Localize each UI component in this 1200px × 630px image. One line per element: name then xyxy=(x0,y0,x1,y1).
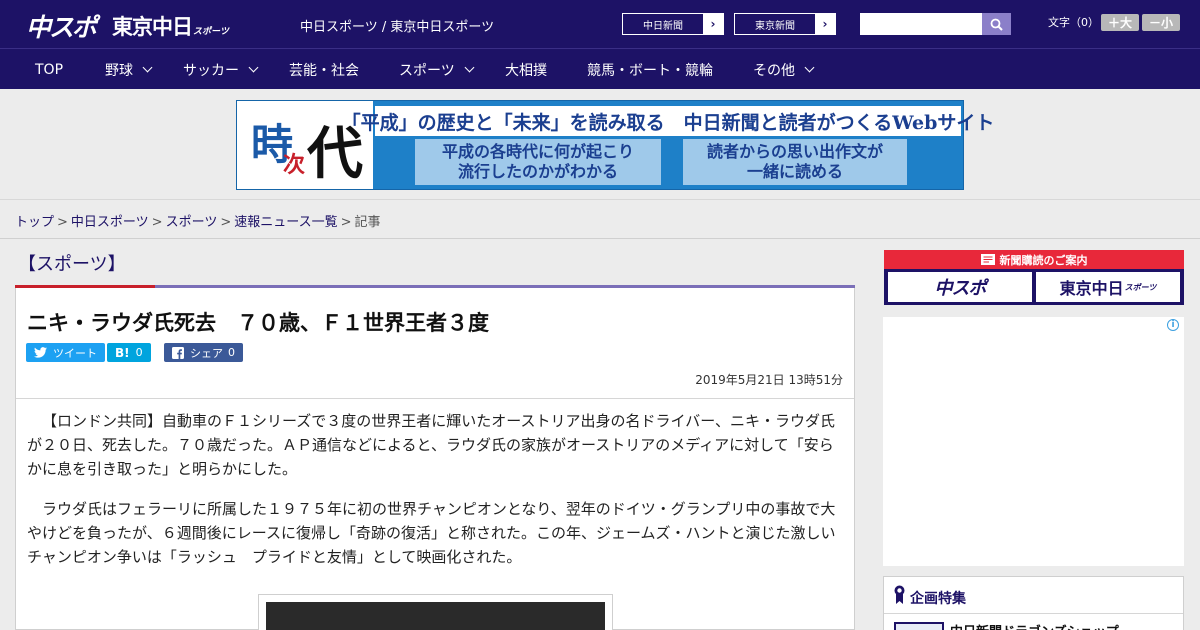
nav-label: サッカー xyxy=(183,62,239,79)
breadcrumb-separator: > xyxy=(220,215,232,230)
chuspo-logo[interactable]: 中スポ xyxy=(26,8,97,44)
chunichi-shimbun-label: 中日新聞 xyxy=(643,20,683,32)
font-larger-button[interactable]: ＋大 xyxy=(1101,14,1139,31)
tokyo-shimbun-label: 東京新聞 xyxy=(755,20,795,32)
feature-title: 企画特集 xyxy=(910,591,966,607)
feature-item-link[interactable]: 中日新聞ドラゴンズショップ xyxy=(950,621,1119,630)
hatena-bookmark-button[interactable]: B! 0 xyxy=(107,343,151,362)
nav-label: 芸能・社会 xyxy=(289,62,359,79)
banner-box-left-line1: 平成の各時代に何が起こり xyxy=(441,142,634,161)
breadcrumb-separator: > xyxy=(57,215,68,230)
tokyo-chunichi-sports-logo[interactable]: 東京中日スポーツ xyxy=(112,11,229,41)
subscribe-tokyo-chunichi-button[interactable]: 東京中日 スポーツ xyxy=(1036,272,1180,302)
twitter-icon xyxy=(34,347,47,358)
top-bar: 中スポ 東京中日スポーツ 中日スポーツ / 東京中日スポーツ 中日新聞 › 東京… xyxy=(0,0,1200,48)
chevron-down-icon xyxy=(804,62,815,73)
nav-item-baseball[interactable]: 野球 xyxy=(105,49,153,90)
tokyo-logo-small: スポーツ xyxy=(193,27,229,37)
chevron-right-icon: › xyxy=(703,14,723,34)
nav-item-entertainment[interactable]: 芸能・社会 xyxy=(289,49,359,90)
banner-box-right-line1: 読者からの思い出作文が xyxy=(706,142,883,161)
chevron-down-icon xyxy=(142,62,153,73)
font-size-label: 文字（0） xyxy=(1048,16,1099,29)
ribbon-icon xyxy=(894,585,905,604)
ad-info-icon[interactable]: i xyxy=(1167,319,1179,331)
subscribe-tokyo-small: スポーツ xyxy=(1124,282,1157,292)
search-button[interactable] xyxy=(982,13,1011,35)
article-photo-image xyxy=(266,602,605,630)
font-smaller-button[interactable]: －小 xyxy=(1142,14,1180,31)
section-label: 【スポーツ】 xyxy=(18,254,126,275)
breadcrumb-link-news-list[interactable]: 速報ニュース一覧 xyxy=(234,215,337,230)
nav-label: スポーツ xyxy=(399,62,455,79)
article-title: ニキ・ラウダ氏死去 ７０歳、Ｆ１世界王者３度 xyxy=(27,311,489,335)
tokyo-logo-text: 東京中日 xyxy=(112,15,193,39)
subscription-header-text: 新聞購読のご案内 xyxy=(999,253,1088,267)
heisei-banner-ad[interactable]: 時 次 代 「平成」の歴史と「未来」を読み取る 中日新聞と読者がつくるWebサイ… xyxy=(236,100,994,190)
banner-box-left-line2: 流行したのかがわかる xyxy=(457,162,618,181)
nav-item-sports[interactable]: スポーツ xyxy=(399,49,475,90)
banner-box-right-line2: 一緒に読める xyxy=(746,162,843,181)
sidebar-ad[interactable]: i xyxy=(883,317,1184,566)
subscribe-tokyo-label: 東京中日 xyxy=(1059,279,1124,298)
chevron-right-icon: › xyxy=(815,14,835,34)
breadcrumb: トップ > 中日スポーツ > スポーツ > 速報ニュース一覧 > 記事 xyxy=(15,211,381,230)
breadcrumb-separator: > xyxy=(340,215,352,230)
facebook-share-label: シェア xyxy=(190,346,223,360)
nav-label: TOP xyxy=(35,61,64,78)
breadcrumb-link-top[interactable]: トップ xyxy=(15,215,54,230)
tweet-label: ツイート xyxy=(53,346,97,360)
banner-box-right: 読者からの思い出作文が 一緒に読める xyxy=(683,139,907,185)
article-paragraph: ラウダ氏はフェラーリに所属した１９７５年に初の世界チャンピオンとなり、翌年のドイ… xyxy=(27,500,836,566)
subscription-header: 新聞購読のご案内 xyxy=(884,250,1184,269)
subscribe-chuspo-button[interactable]: 中スポ xyxy=(888,272,1032,302)
facebook-share-button[interactable]: シェア 0 xyxy=(164,343,243,362)
card-top-accent xyxy=(15,285,155,288)
banner-kanji-tsugi: 次 xyxy=(283,152,306,178)
publish-date: 2019年5月21日 13時51分 xyxy=(695,373,843,387)
breadcrumb-divider xyxy=(0,238,1200,239)
site-links[interactable]: 中日スポーツ / 東京中日スポーツ xyxy=(300,16,494,35)
nav-label: 野球 xyxy=(105,62,133,79)
subscription-widget: 新聞購読のご案内 中スポ 東京中日 スポーツ xyxy=(884,250,1184,305)
breadcrumb-link-sports[interactable]: スポーツ xyxy=(166,215,218,230)
banner-box-left: 平成の各時代に何が起こり 流行したのかがわかる xyxy=(415,139,661,185)
feature-widget: 企画特集 中日新聞ドラゴンズショップ xyxy=(883,576,1184,630)
nav-label: 大相撲 xyxy=(505,62,547,79)
chevron-down-icon xyxy=(248,62,259,73)
nav-label: 競馬・ボート・競輪 xyxy=(587,62,713,79)
hatena-icon: B! xyxy=(115,345,130,360)
feature-divider xyxy=(884,613,1183,614)
article-header-divider xyxy=(16,398,854,399)
article-photo xyxy=(258,594,613,630)
feature-item-thumbnail[interactable] xyxy=(894,622,944,630)
nav-item-top[interactable]: TOP xyxy=(35,49,63,90)
newspaper-icon xyxy=(980,254,995,265)
breadcrumb-separator: > xyxy=(151,215,163,230)
nav-item-sumo[interactable]: 大相撲 xyxy=(505,49,547,90)
tokyo-shimbun-button[interactable]: 東京新聞 › xyxy=(734,13,836,35)
nav-item-soccer[interactable]: サッカー xyxy=(183,49,259,90)
breadcrumb-current: 記事 xyxy=(354,215,381,230)
hatena-count: 0 xyxy=(135,346,143,359)
chevron-down-icon xyxy=(464,62,475,73)
banner-headline: 「平成」の歴史と「未来」を読み取る 中日新聞と読者がつくるWebサイト xyxy=(342,106,994,136)
search-input[interactable] xyxy=(860,13,982,35)
article-paragraph: 【ロンドン共同】自動車のＦ１シリーズで３度の世界王者に輝いたオーストリア出身の名… xyxy=(27,412,836,478)
facebook-icon xyxy=(172,346,184,359)
main-nav: TOP 野球 サッカー 芸能・社会 スポーツ 大相撲 競馬・ボート・競輪 その他 xyxy=(0,48,1200,89)
nav-label: その他 xyxy=(753,62,795,79)
tweet-button[interactable]: ツイート xyxy=(26,343,105,362)
nav-item-other[interactable]: その他 xyxy=(753,49,815,90)
chunichi-shimbun-button[interactable]: 中日新聞 › xyxy=(622,13,724,35)
facebook-share-count: 0 xyxy=(228,346,235,359)
breadcrumb-link-chunichi-sports[interactable]: 中日スポーツ xyxy=(71,215,149,230)
nav-item-racing[interactable]: 競馬・ボート・競輪 xyxy=(587,49,713,90)
search-icon xyxy=(990,18,1003,31)
